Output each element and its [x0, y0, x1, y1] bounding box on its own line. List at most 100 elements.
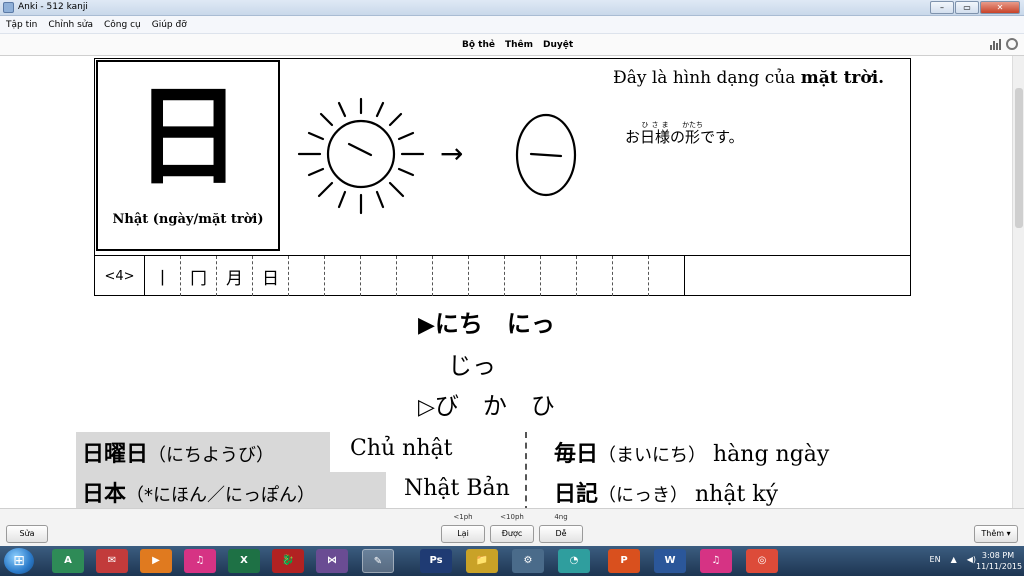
good-button[interactable]: Được	[490, 525, 534, 543]
menu-edit[interactable]: Chỉnh sửa	[48, 20, 93, 30]
vocab-right-1: 毎日（まいにち） hàng ngày	[554, 436, 829, 468]
sync-icon[interactable]	[1006, 38, 1018, 50]
menu-file[interactable]: Tập tin	[6, 20, 37, 30]
add-link[interactable]: Thêm	[505, 40, 533, 50]
vertical-scrollbar[interactable]	[1012, 56, 1024, 508]
taskbar-app[interactable]: W	[654, 549, 686, 573]
on-reading-marker-icon: ▶	[418, 313, 435, 338]
taskbar-app[interactable]: ♫	[700, 549, 732, 573]
clock-date: 11/11/2015	[976, 562, 1023, 571]
kanji-description: Đây là hình dạng của mặt trời.	[613, 65, 903, 91]
window-titlebar: Anki - 512 kanji – ▭ ✕	[0, 0, 1024, 16]
window-title: Anki - 512 kanji	[18, 2, 88, 12]
taskbar-app-anki[interactable]: ✎	[362, 549, 394, 573]
top-toolbar: Bộ thẻ Thêm Duyệt	[0, 34, 1024, 56]
vocab-meaning: Chủ nhật	[350, 436, 453, 461]
vocab-meaning: hàng ngày	[713, 442, 830, 467]
taskbar-app[interactable]: ✉	[96, 549, 128, 573]
scrollbar-thumb[interactable]	[1015, 88, 1023, 228]
sun-rays-icon	[297, 97, 425, 215]
taskbar-app[interactable]: X	[228, 549, 260, 573]
stroke-empty	[685, 256, 910, 296]
stroke-empty	[289, 256, 325, 296]
edit-button[interactable]: Sửa	[6, 525, 48, 543]
easy-button[interactable]: Dễ	[539, 525, 583, 543]
tray-expand-icon[interactable]: ▲	[951, 555, 957, 564]
taskbar-app[interactable]: ◔	[558, 549, 590, 573]
stroke-empty	[397, 256, 433, 296]
vocab-kanji: 日曜日	[82, 441, 149, 467]
taskbar-app[interactable]: 🐉	[272, 549, 304, 573]
language-indicator[interactable]: EN	[930, 555, 941, 564]
start-button[interactable]: ⊞	[4, 548, 34, 574]
windows-taskbar: ⊞ A ✉ ▶ ♫ X 🐉 ⋈ ✎ Ps 📁 ⚙ ◔ P W ♫ ◎ EN ▲ …	[0, 546, 1024, 576]
on-reading-line-2: じっ	[448, 352, 496, 380]
stroke-empty	[613, 256, 649, 296]
kanji-meaning: Nhật (ngày/mặt trời)	[112, 212, 264, 227]
vocab-word: 日曜日（にちようび）	[76, 432, 330, 472]
stroke-empty	[541, 256, 577, 296]
furigana-suffix: です。	[700, 128, 744, 146]
description-bold: mặt trời.	[800, 68, 885, 88]
clock[interactable]: 3:08 PM 11/11/2015	[976, 550, 1023, 572]
sun-pictograph-illustration	[297, 97, 577, 215]
on-reading-line-1: ▶にち にっ	[418, 304, 618, 346]
sun-circle	[326, 119, 396, 189]
description-text: Đây là hình dạng của	[613, 68, 801, 88]
furigana-reading-2: かたち	[682, 121, 704, 129]
easy-due: 4ng	[554, 513, 568, 521]
stats-icon[interactable]	[990, 38, 1002, 50]
japanese-explanation: お日様ひさまの形かたちです。	[625, 121, 744, 147]
more-button[interactable]: Thêm ▾	[974, 525, 1018, 543]
sun-inner-stroke	[347, 142, 373, 157]
menu-tools[interactable]: Công cụ	[104, 20, 141, 30]
kanji-card: 日 Nhật (ngày/mặt trời) → Đây là hình dạn…	[94, 58, 911, 296]
kun-reading-marker-icon: ▷	[418, 395, 435, 420]
menu-help[interactable]: Giúp đỡ	[152, 20, 187, 30]
stroke-empty	[361, 256, 397, 296]
again-due: <1ph	[453, 513, 473, 521]
good-due: <10ph	[500, 513, 524, 521]
menubar: Tập tin Chỉnh sửa Công cụ Giúp đỡ	[0, 16, 1024, 34]
stroke-empty	[649, 256, 685, 296]
vocab-reading: （にちようび）	[148, 445, 275, 466]
maximize-button[interactable]: ▭	[955, 1, 979, 14]
stroke-step: 冂	[181, 256, 217, 296]
taskbar-app[interactable]: ◎	[746, 549, 778, 573]
close-button[interactable]: ✕	[980, 1, 1020, 14]
taskbar-app[interactable]: Ps	[420, 549, 452, 573]
vocab-kanji: 毎日	[554, 441, 599, 467]
minimize-button[interactable]: –	[930, 1, 954, 14]
volume-icon[interactable]: ◀)	[967, 555, 976, 564]
again-button[interactable]: Lại	[441, 525, 485, 543]
clock-time: 3:08 PM	[981, 551, 1015, 560]
kanji-box: 日 Nhật (ngày/mặt trời)	[96, 60, 280, 251]
vocab-kanji: 日本	[82, 481, 127, 507]
taskbar-app[interactable]: ♫	[184, 549, 216, 573]
taskbar-app[interactable]: A	[52, 549, 84, 573]
furigana-prefix: お	[625, 128, 641, 146]
taskbar-app[interactable]: P	[608, 549, 640, 573]
vocab-divider	[525, 432, 527, 508]
decks-link[interactable]: Bộ thẻ	[462, 40, 495, 50]
card-view: 日 Nhật (ngày/mặt trời) → Đây là hình dạn…	[0, 56, 1012, 508]
vocab-meaning: Nhật Bản	[404, 476, 510, 501]
stroke-empty	[577, 256, 613, 296]
vocab-right-2: 日記（にっき） nhật ký	[554, 476, 778, 508]
stroke-empty	[505, 256, 541, 296]
stroke-step: 日	[253, 256, 289, 296]
on-reading-1: にち にっ	[434, 310, 555, 338]
kun-reading-line: ▷び か ひ	[418, 386, 618, 428]
system-tray: EN ▲ ◀)	[930, 555, 976, 564]
browse-link[interactable]: Duyệt	[543, 40, 573, 50]
taskbar-app[interactable]: ▶	[140, 549, 172, 573]
arrow-icon: →	[440, 137, 464, 170]
vocab-meaning: nhật ký	[695, 482, 779, 507]
taskbar-app[interactable]: 📁	[466, 549, 498, 573]
taskbar-app[interactable]: ⚙	[512, 549, 544, 573]
vocab-kanji: 日記	[554, 481, 599, 507]
taskbar-app[interactable]: ⋈	[316, 549, 348, 573]
kun-reading: び か ひ	[434, 392, 555, 420]
answer-bar: Sửa <1ph Lại <10ph Được 4ng Dễ Thêm ▾	[0, 508, 1024, 546]
vocab-reading: （まいにち）	[598, 445, 707, 466]
